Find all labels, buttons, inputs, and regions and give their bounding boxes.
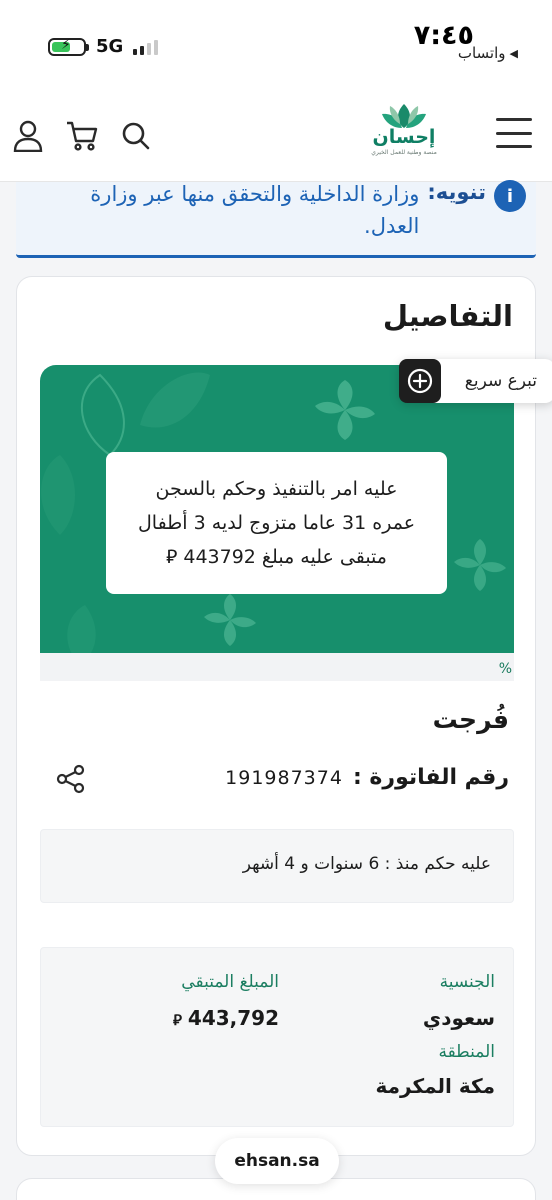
nav-actions [10,118,154,154]
case-summary-line: عمره 31 عاما متزوج لديه 3 أطفال [137,512,416,534]
menu-icon[interactable] [496,118,532,148]
network-label: 5G [96,36,124,57]
status-bar: ⚡ 5G ٧:٤٥ واتساب ◀ [0,0,552,90]
nationality-label: الجنسية [439,972,495,992]
region-value: مكة المكرمة [375,1074,495,1098]
case-summary-line: عليه امر بالتنفيذ وحكم بالسجن [155,478,398,500]
invoice-label: رقم الفاتورة : [352,765,509,790]
battery-charging-icon: ⚡ [48,37,89,56]
progress-percent: % [498,661,512,677]
share-icon[interactable] [55,763,87,795]
progress-strip [40,653,514,681]
details-card: التفاصيل عليه امر بالتنفيذ وحكم بالسجن ع… [16,276,552,1156]
remaining-amount: ⃁ 443,792 [173,1006,279,1030]
riyal-icon: ⃁ [172,1011,182,1029]
case-title: فُرجت [432,705,509,734]
triangle-back-icon: ◀ [509,46,518,60]
ehsan-logo[interactable]: إحسان منصة وطنية للعمل الخيري [368,100,440,174]
case-info-grid: الجنسية سعودي المنطقة مكة المكرمة المبلغ… [40,947,514,1127]
logo-name: إحسان [372,126,436,148]
status-indicators: ⚡ 5G [48,36,159,57]
invoice-row: رقم الفاتورة : 191987374 [225,765,509,790]
logo-tagline: منصة وطنية للعمل الخيري [371,149,437,156]
plus-circle-icon [399,359,441,403]
sentence-duration: عليه حكم منذ : 6 سنوات و 4 أشهر [40,829,514,903]
user-icon[interactable] [10,118,46,154]
info-icon: i [494,180,526,212]
quick-donate-button[interactable]: تبرع سريع [399,359,552,403]
notice-label: تنويه: [427,180,486,204]
url-bar[interactable]: ehsan.sa [215,1138,339,1184]
search-icon[interactable] [118,118,154,154]
back-to-app[interactable]: واتساب ◀ [458,44,518,62]
case-summary-box: عليه امر بالتنفيذ وحكم بالسجن عمره 31 عا… [106,452,447,594]
region-label: المنطقة [438,1042,495,1062]
signal-bars-icon [133,39,159,55]
quick-donate-label: تبرع سريع [464,371,537,391]
remaining-label: المبلغ المتبقي [181,972,279,992]
details-title: التفاصيل [382,299,513,333]
nationality-value: سعودي [422,1006,495,1030]
top-navbar: إحسان منصة وطنية للعمل الخيري [0,90,552,182]
invoice-number: 191987374 [225,766,343,789]
notice-text: وزارة الداخلية والتحقق منها عبر وزارة ال… [90,182,420,238]
case-summary-line: متبقى عليه مبلغ 443792 ⃁ [166,546,387,568]
remaining-value: 443,792 [187,1006,279,1030]
url-text: ehsan.sa [234,1151,320,1171]
back-app-label: واتساب [457,44,506,62]
cart-icon[interactable] [64,118,100,154]
notice-banner: i تنويه: وزارة الداخلية والتحقق منها عبر… [16,180,536,258]
case-image: عليه امر بالتنفيذ وحكم بالسجن عمره 31 عا… [40,365,514,681]
